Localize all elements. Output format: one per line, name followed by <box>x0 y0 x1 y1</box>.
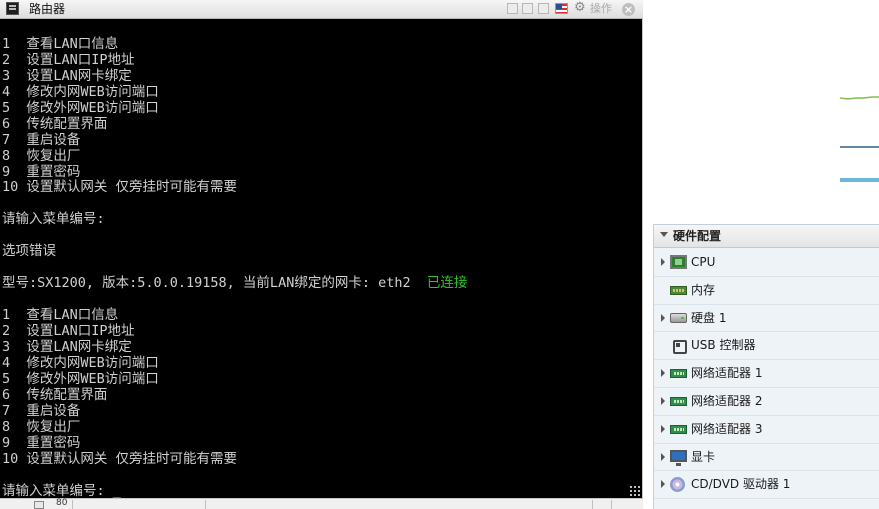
close-icon[interactable]: × <box>622 3 635 16</box>
terminal-line: 10 设置默认网关 仅旁挂时可能有需要 <box>2 451 238 467</box>
expand-arrow-icon[interactable] <box>661 452 665 461</box>
terminal-line: 8 恢复出厂 <box>2 419 81 435</box>
console-titlebar: 路由器 ⚙ 操作 × <box>0 0 643 19</box>
terminal-line: 2 设置LAN口IP地址 <box>2 323 135 339</box>
strip-divider <box>72 500 73 509</box>
terminal-line: 1 查看LAN口信息 <box>2 35 119 52</box>
hardware-item[interactable]: 显卡 <box>654 444 879 472</box>
terminal-line: 选项错误 <box>2 242 56 259</box>
hardware-item[interactable]: CPU <box>654 249 879 277</box>
expand-arrow-icon[interactable] <box>661 424 665 433</box>
operations-menu[interactable]: 操作 <box>590 1 612 17</box>
terminal-line: 请输入菜单编号: _ <box>2 483 121 499</box>
hardware-item-label: USB 控制器 <box>691 338 756 353</box>
terminal-line: 5 修改外网WEB访问端口 <box>2 99 159 116</box>
hardware-item-label: 网络适配器 2 <box>691 393 763 408</box>
cd-dvd-icon <box>670 477 685 493</box>
terminal-line: 7 重启设备 <box>2 403 81 419</box>
hardware-item-label: 网络适配器 3 <box>691 421 763 436</box>
terminal-line: 2 设置LAN口IP地址 <box>2 51 135 68</box>
hardware-list: CPU 内存硬盘 1 USB 控制器 网络适配器 1 网络适配器 2 网络适配器 3 显卡 C… <box>654 249 879 500</box>
terminal-line: 3 设置LAN网卡绑定 <box>2 67 132 84</box>
network-adapter-icon <box>670 369 687 379</box>
console-bottom-strip: 80 <box>0 498 643 509</box>
screen: 路由器 ⚙ 操作 × 1 查看LAN口信息 2 设置LAN口IP地址 3 设置LAN… <box>0 0 879 509</box>
expand-arrow-icon[interactable] <box>661 258 665 266</box>
terminal-line: 6 传统配置界面 <box>2 115 108 132</box>
hardware-item[interactable]: 网络适配器 3 <box>654 416 879 444</box>
hardware-item-label: 内存 <box>691 282 716 297</box>
hardware-item[interactable]: 硬盘 1 <box>654 305 879 333</box>
cpu-icon <box>670 255 687 269</box>
hardware-item-label: CPU <box>691 255 716 269</box>
hardware-item[interactable]: 内存 <box>654 277 879 305</box>
zoom-icon[interactable] <box>34 501 44 509</box>
hardware-item-label: 网络适配器 1 <box>691 366 763 381</box>
display-icon <box>670 449 687 466</box>
console-title: 路由器 <box>29 2 66 16</box>
terminal-line: 请输入菜单编号: <box>2 210 105 227</box>
expand-arrow-icon[interactable] <box>661 313 665 322</box>
hardware-item-label: 显卡 <box>691 449 716 464</box>
terminal-line: 7 重启设备 <box>2 131 81 148</box>
performance-chart <box>840 96 879 182</box>
terminal-line: 1 查看LAN口信息 <box>2 307 119 323</box>
console-app-icon <box>6 2 19 15</box>
expand-arrow-icon[interactable] <box>661 396 665 405</box>
expand-arrow-icon[interactable] <box>661 480 665 489</box>
collapse-caret-icon[interactable] <box>660 232 668 237</box>
keyboard-layout-flag-icon[interactable] <box>555 3 568 14</box>
terminal-line: 4 修改内网WEB访问端口 <box>2 83 159 100</box>
terminal-line: 8 恢复出厂 <box>2 147 81 164</box>
terminal-line: 9 重置密码 <box>2 435 81 451</box>
terminal-line: 9 重置密码 <box>2 163 81 180</box>
usb-icon <box>670 338 687 355</box>
chart-line-green <box>840 96 879 100</box>
resize-grip-icon[interactable] <box>629 485 640 496</box>
terminal-output[interactable]: 1 查看LAN口信息 2 设置LAN口IP地址 3 设置LAN网卡绑定 4 修改内网W… <box>2 20 642 500</box>
hardware-item-label: CD/DVD 驱动器 1 <box>691 477 791 492</box>
terminal-line: 6 传统配置界面 <box>2 387 108 403</box>
hardware-item[interactable]: 网络适配器 1 <box>654 360 879 388</box>
hard-disk-icon <box>670 312 687 323</box>
terminal-line: 10 设置默认网关 仅旁挂时可能有需要 <box>2 178 238 195</box>
zoom-value: 80 <box>56 498 68 508</box>
hardware-item[interactable]: USB 控制器 <box>654 332 879 361</box>
gear-icon[interactable]: ⚙ <box>574 0 586 16</box>
fullscreen-button[interactable] <box>507 3 518 14</box>
hardware-item-label: 硬盘 1 <box>691 310 727 325</box>
network-adapter-icon <box>670 424 687 434</box>
terminal-line: 型号:SX1200, 版本:5.0.0.19158, 当前LAN绑定的网卡: e… <box>2 275 468 291</box>
connection-status: 已连接 <box>426 275 468 291</box>
hardware-item[interactable]: 网络适配器 2 <box>654 388 879 416</box>
network-adapter-icon <box>670 396 687 406</box>
hardware-item[interactable]: CD/DVD 驱动器 1 <box>654 471 879 500</box>
console-window: 路由器 ⚙ 操作 × 1 查看LAN口信息 2 设置LAN口IP地址 3 设置LAN… <box>0 0 643 500</box>
hardware-config-panel: 硬件配置 CPU 内存硬盘 1 USB 控制器 网络适配器 1 网络适配器 2 网络适配器… <box>653 224 879 509</box>
memory-icon <box>670 285 687 295</box>
restore-button[interactable] <box>522 3 533 14</box>
hardware-config-title: 硬件配置 <box>673 229 722 243</box>
window-button[interactable] <box>538 3 549 14</box>
expand-arrow-icon[interactable] <box>661 369 665 378</box>
terminal-line: 5 修改外网WEB访问端口 <box>2 371 159 387</box>
strip-divider <box>592 500 593 509</box>
strip-divider <box>205 500 206 509</box>
terminal-line: 3 设置LAN网卡绑定 <box>2 339 132 355</box>
terminal-line: 4 修改内网WEB访问端口 <box>2 355 159 371</box>
strip-divider <box>611 500 612 509</box>
hardware-config-header[interactable]: 硬件配置 <box>654 225 879 248</box>
